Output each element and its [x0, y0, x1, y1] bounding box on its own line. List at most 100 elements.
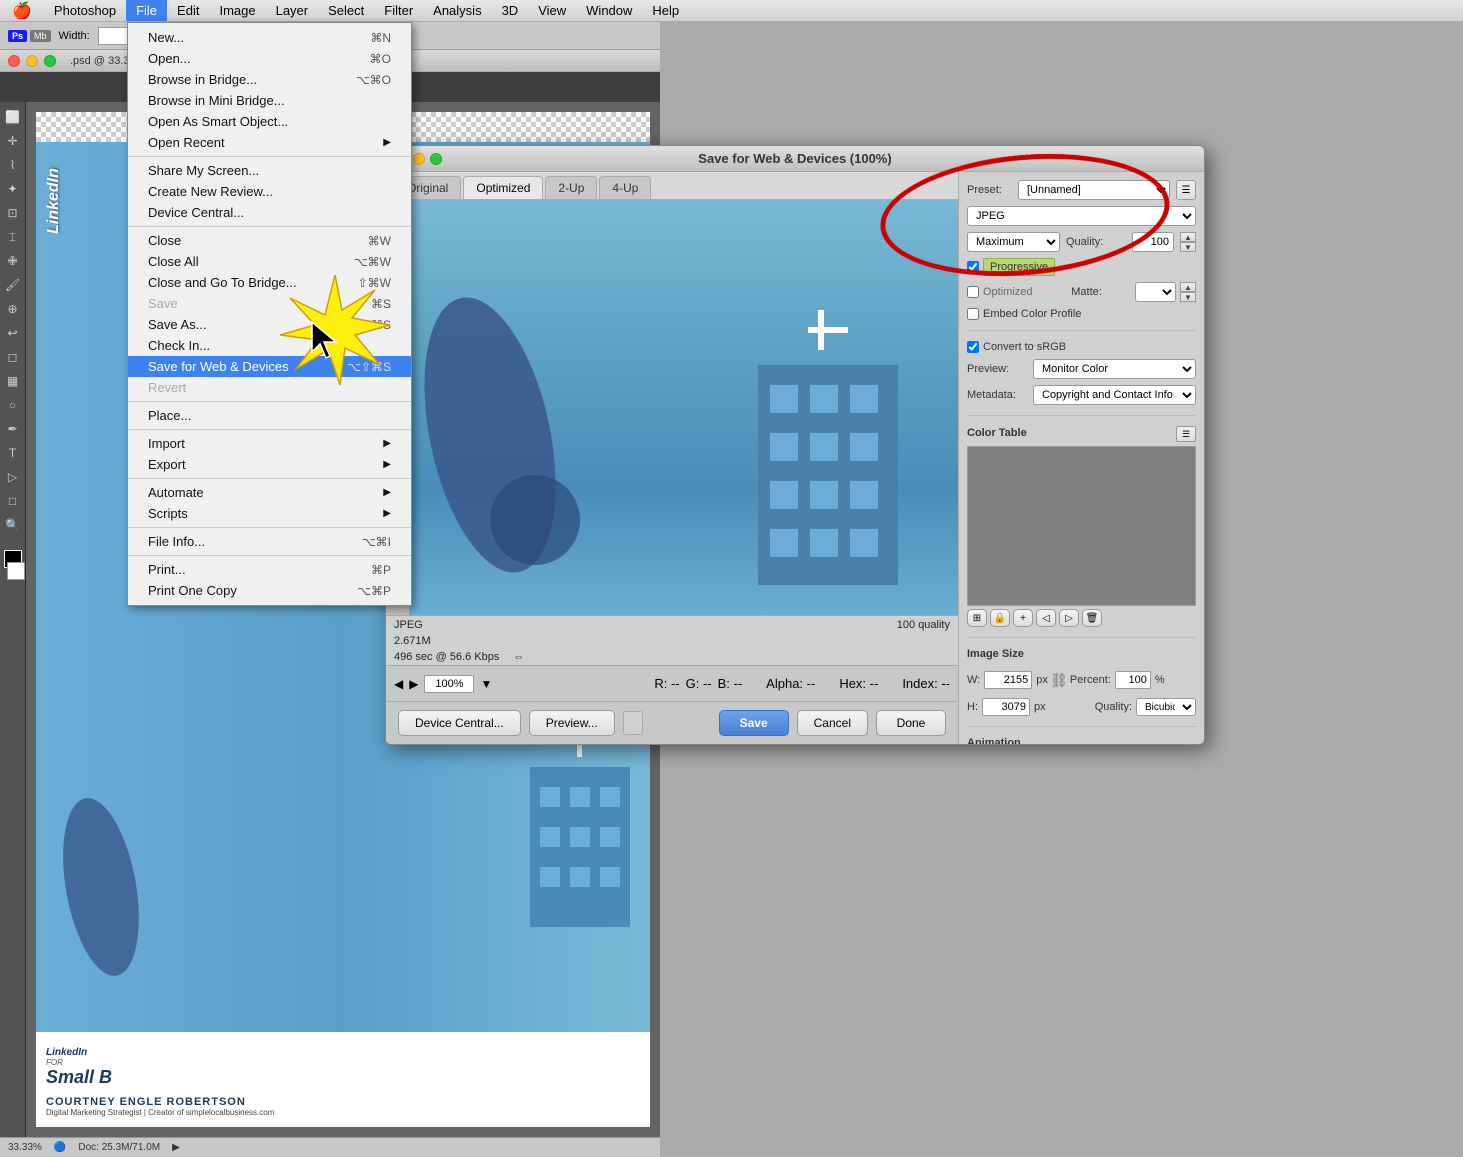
ct-trash-btn[interactable]: 🗑 [1082, 609, 1102, 627]
preset-menu-btn[interactable]: ☰ [1176, 180, 1196, 200]
tool-eyedropper[interactable]: ⌶ [2, 226, 24, 248]
menu-create-review[interactable]: Create New Review... [128, 181, 411, 202]
tool-wand[interactable]: ✦ [2, 178, 24, 200]
menu-save[interactable]: Save ⌘S [128, 293, 411, 314]
zoom-dropdown-btn[interactable]: ▼ [480, 677, 492, 691]
menu-help[interactable]: Help [642, 0, 689, 21]
metadata-select[interactable]: Copyright and Contact Info [1033, 385, 1196, 405]
menu-check-in[interactable]: Check In... [128, 335, 411, 356]
preview-button[interactable]: Preview... [529, 710, 615, 736]
quality-up-btn[interactable]: ▲ [1180, 232, 1196, 242]
menu-save-for-web[interactable]: Save for Web & Devices ⌥⇧⌘S [128, 356, 411, 377]
menu-image[interactable]: Image [209, 0, 265, 21]
ct-add-btn[interactable]: + [1013, 609, 1033, 627]
optimized-checkbox[interactable] [967, 286, 979, 298]
prev-zoom-btn[interactable]: ◀ [394, 677, 403, 691]
quality-preset-select[interactable]: Maximum [967, 232, 1060, 252]
menu-close-goto-bridge[interactable]: Close and Go To Bridge... ⇧⌘W [128, 272, 411, 293]
quality-size-select[interactable]: Bicubic [1136, 698, 1196, 716]
progressive-checkbox[interactable] [967, 261, 979, 273]
menu-select[interactable]: Select [318, 0, 374, 21]
tool-path[interactable]: ▷ [2, 466, 24, 488]
menu-device-central[interactable]: Device Central... [128, 202, 411, 223]
menu-automate[interactable]: Automate ▶ [128, 482, 411, 503]
save-button[interactable]: Save [719, 710, 789, 736]
menu-window[interactable]: Window [576, 0, 642, 21]
menu-edit[interactable]: Edit [167, 0, 209, 21]
color-table-menu-btn[interactable]: ☰ [1176, 426, 1196, 442]
menu-close[interactable]: Close ⌘W [128, 230, 411, 251]
tool-crop[interactable]: ⊡ [2, 202, 24, 224]
tool-type[interactable]: T [2, 442, 24, 464]
quality-input[interactable] [1132, 232, 1174, 252]
menu-3d[interactable]: 3D [492, 0, 529, 21]
ct-map-btn[interactable]: ⊞ [967, 609, 987, 627]
tool-marquee[interactable]: ⬜ [2, 106, 24, 128]
embed-color-checkbox[interactable] [967, 308, 979, 320]
menu-save-as[interactable]: Save As... ⇧⌘S [128, 314, 411, 335]
tab-4up[interactable]: 4-Up [599, 176, 651, 199]
maximize-btn-green[interactable] [44, 55, 56, 67]
matte-up-btn[interactable]: ▲ [1180, 282, 1196, 292]
tool-heal[interactable]: ✙ [2, 250, 24, 272]
menu-open[interactable]: Open... ⌘O [128, 48, 411, 69]
close-btn-red[interactable] [8, 55, 20, 67]
menu-close-all[interactable]: Close All ⌥⌘W [128, 251, 411, 272]
minimize-btn-yellow[interactable] [26, 55, 38, 67]
menu-new[interactable]: New... ⌘N [128, 27, 411, 48]
preview-dropdown[interactable] [623, 711, 643, 735]
height-size-input[interactable] [982, 698, 1030, 716]
menu-layer[interactable]: Layer [266, 0, 319, 21]
tool-history[interactable]: ↩ [2, 322, 24, 344]
menu-print[interactable]: Print... ⌘P [128, 559, 411, 580]
tab-optimized[interactable]: Optimized [463, 176, 543, 199]
matte-select[interactable] [1135, 282, 1176, 302]
sfwd-zoom-btn[interactable] [430, 153, 442, 165]
convert-srgb-checkbox[interactable] [967, 341, 979, 353]
menu-view[interactable]: View [528, 0, 576, 21]
quality-down-btn[interactable]: ▼ [1180, 242, 1196, 252]
format-select[interactable]: JPEG [967, 206, 1196, 226]
tool-move[interactable]: ✛ [2, 130, 24, 152]
tool-stamp[interactable]: ⊕ [2, 298, 24, 320]
tool-gradient[interactable]: ▦ [2, 370, 24, 392]
menu-filter[interactable]: Filter [374, 0, 423, 21]
menu-browse-mini-bridge[interactable]: Browse in Mini Bridge... [128, 90, 411, 111]
menu-print-one-copy[interactable]: Print One Copy ⌥⌘P [128, 580, 411, 601]
preset-select[interactable]: [Unnamed] [1018, 180, 1170, 200]
menu-photoshop[interactable]: Photoshop [44, 0, 126, 21]
tool-lasso[interactable]: ⌇ [2, 154, 24, 176]
menu-browse-bridge[interactable]: Browse in Bridge... ⌥⌘O [128, 69, 411, 90]
tool-brush[interactable]: 🖌 [2, 274, 24, 296]
percent-input[interactable] [1115, 671, 1151, 689]
menu-place[interactable]: Place... [128, 405, 411, 426]
apple-menu-item[interactable]: 🍎 [0, 0, 44, 21]
done-button[interactable]: Done [876, 710, 946, 736]
menu-import[interactable]: Import ▶ [128, 433, 411, 454]
menu-open-smart[interactable]: Open As Smart Object... [128, 111, 411, 132]
ct-left-btn[interactable]: ◁ [1036, 609, 1056, 627]
ct-lock-btn[interactable]: 🔒 [990, 609, 1010, 627]
menu-file-info[interactable]: File Info... ⌥⌘I [128, 531, 411, 552]
ct-right-btn[interactable]: ▷ [1059, 609, 1079, 627]
tab-2up[interactable]: 2-Up [545, 176, 597, 199]
matte-down-btn[interactable]: ▼ [1180, 292, 1196, 302]
menu-share-screen[interactable]: Share My Screen... [128, 160, 411, 181]
menu-open-recent[interactable]: Open Recent ▶ [128, 132, 411, 153]
tool-shape[interactable]: □ [2, 490, 24, 512]
tool-dodge[interactable]: ○ [2, 394, 24, 416]
width-size-input[interactable] [984, 671, 1032, 689]
cancel-button[interactable]: Cancel [797, 710, 868, 736]
tool-eraser[interactable]: ◻ [2, 346, 24, 368]
menu-analysis[interactable]: Analysis [423, 0, 491, 21]
background-color[interactable] [7, 562, 25, 580]
menu-file[interactable]: File [126, 0, 167, 21]
menu-scripts[interactable]: Scripts ▶ [128, 503, 411, 524]
preview-setting-select[interactable]: Monitor Color [1033, 359, 1196, 379]
menu-export[interactable]: Export ▶ [128, 454, 411, 475]
sfwd-minimize-btn[interactable] [413, 153, 425, 165]
tool-zoom[interactable]: 🔍 [2, 514, 24, 536]
next-zoom-btn[interactable]: ▶ [409, 677, 418, 691]
tool-pen[interactable]: ✒ [2, 418, 24, 440]
menu-revert[interactable]: Revert [128, 377, 411, 398]
